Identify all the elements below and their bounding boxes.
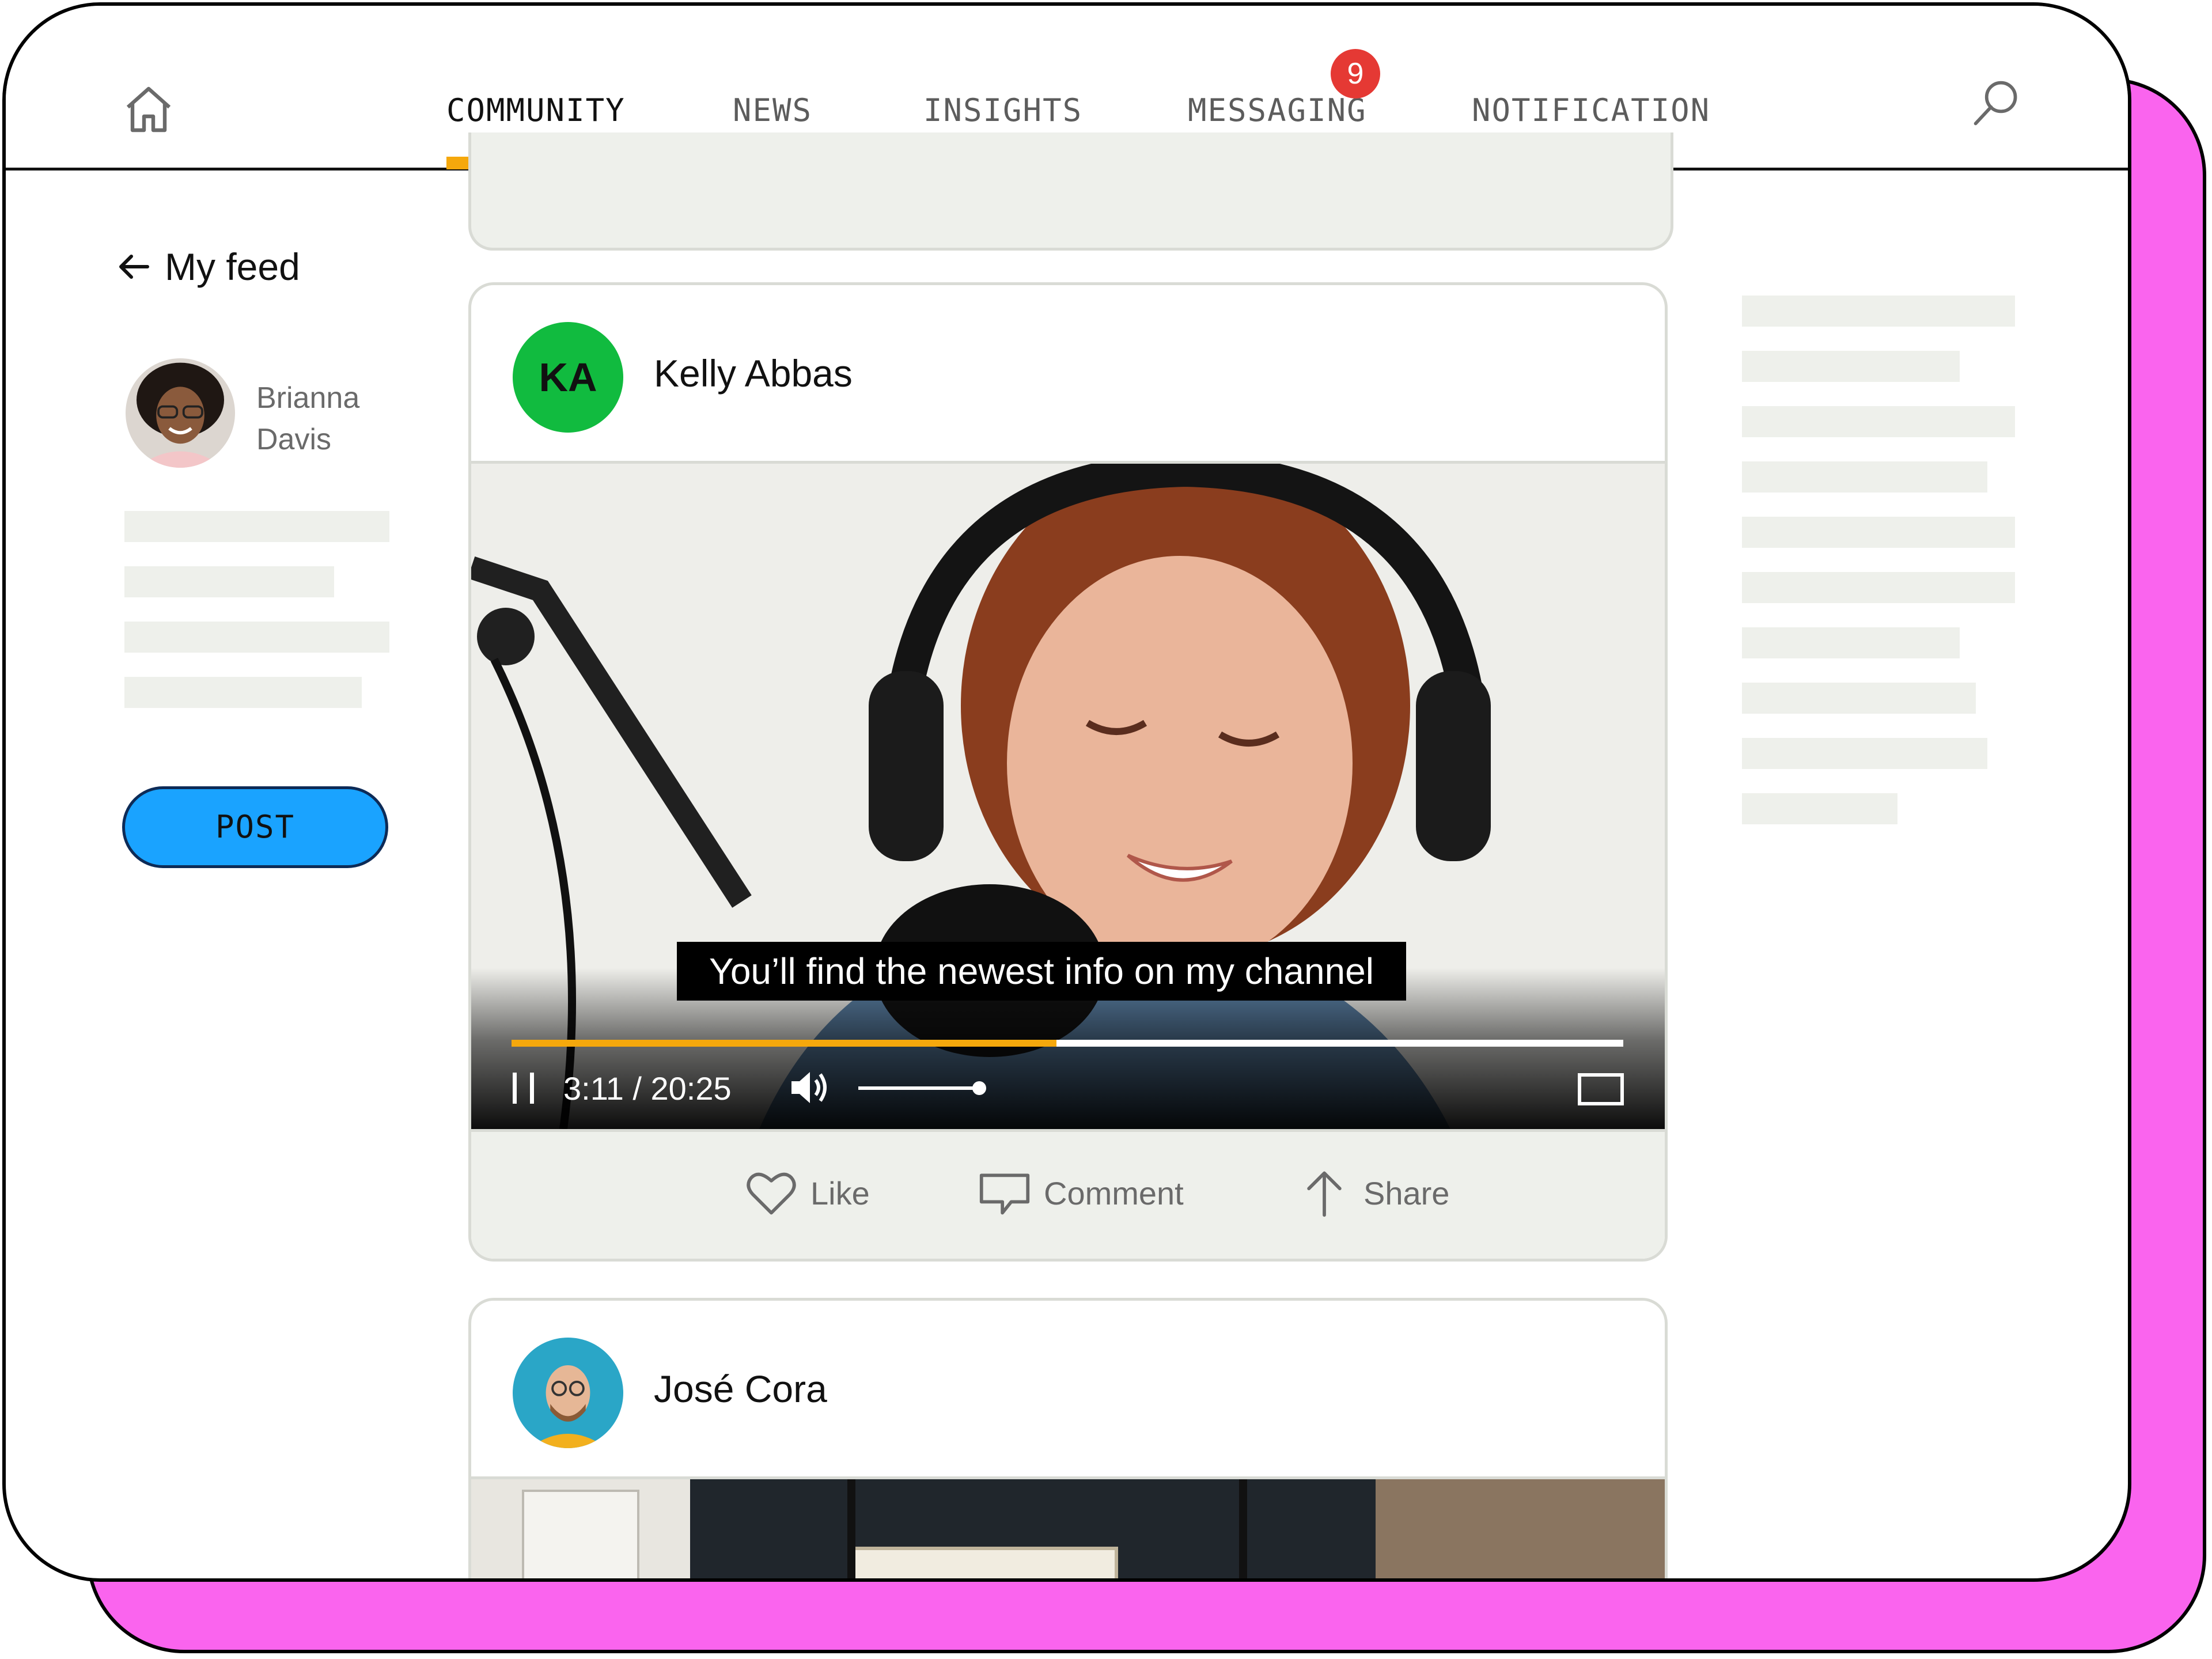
sidebar-skeleton-line: [124, 566, 334, 597]
profile-first-name: Brianna: [256, 381, 360, 415]
fullscreen-icon[interactable]: [1577, 1073, 1624, 1106]
right-skeleton-line: [1742, 517, 2015, 548]
video-player[interactable]: You’ll find the newest info on my channe…: [471, 464, 1665, 1129]
comment-icon: [979, 1173, 1030, 1215]
video-progress-bar[interactable]: [512, 1040, 1623, 1047]
right-skeleton-line: [1742, 572, 2015, 603]
post-card: José Cora: [468, 1298, 1668, 1578]
tab-community[interactable]: COMMUNITY: [446, 92, 626, 128]
comment-label: Comment: [1044, 1175, 1184, 1211]
tablet-screen: COMMUNITY NEWS INSIGHTS MESSAGING 9 NOTI…: [2, 2, 2131, 1582]
share-label: Share: [1363, 1175, 1450, 1211]
arrow-up-icon: [1307, 1171, 1342, 1217]
profile-last-name: Davis: [256, 423, 332, 456]
search-icon[interactable]: [1970, 77, 2023, 130]
avatar[interactable]: [126, 358, 235, 468]
right-skeleton-line: [1742, 738, 1987, 769]
sidebar-skeleton-line: [124, 511, 389, 542]
arrow-left-icon: [119, 255, 149, 279]
post-header: José Cora: [471, 1301, 1665, 1479]
tab-messaging[interactable]: MESSAGING: [1188, 92, 1367, 128]
comment-button[interactable]: Comment: [978, 1166, 1184, 1219]
video-time: 3:11 / 20:25: [563, 1070, 732, 1107]
previous-post-card: [468, 132, 1673, 251]
messaging-unread-badge: 9: [1331, 49, 1380, 99]
volume-icon[interactable]: [789, 1069, 831, 1107]
heart-icon: [747, 1172, 796, 1215]
back-link-label: My feed: [165, 245, 300, 288]
volume-slider-handle[interactable]: [972, 1081, 986, 1095]
post-header: KA Kelly Abbas: [471, 285, 1665, 464]
tab-notification[interactable]: NOTIFICATION: [1472, 92, 1710, 128]
like-label: Like: [810, 1175, 870, 1211]
share-button[interactable]: Share: [1298, 1166, 1449, 1219]
sidebar-skeleton-line: [124, 677, 362, 708]
back-to-feed-link[interactable]: My feed: [115, 245, 300, 289]
right-skeleton-line: [1742, 351, 1960, 382]
profile-name: Brianna Davis: [256, 377, 406, 460]
volume-slider[interactable]: [858, 1086, 979, 1090]
right-skeleton-line: [1742, 296, 2015, 327]
post-actions: Like Comment Share: [471, 1129, 1665, 1259]
right-skeleton-line: [1742, 627, 1960, 658]
pause-icon[interactable]: [510, 1071, 537, 1105]
author-avatar[interactable]: KA: [513, 322, 623, 433]
tab-insights[interactable]: INSIGHTS: [923, 92, 1082, 128]
author-name[interactable]: Kelly Abbas: [654, 351, 853, 395]
sidebar-skeleton-line: [124, 622, 389, 653]
post-image: [471, 1479, 1665, 1578]
right-skeleton-line: [1742, 793, 1897, 824]
right-skeleton-line: [1742, 406, 2015, 437]
right-skeleton-line: [1742, 461, 1987, 493]
right-skeleton-line: [1742, 683, 1976, 714]
video-caption: You’ll find the newest info on my channe…: [677, 942, 1406, 1001]
tab-news[interactable]: NEWS: [733, 92, 812, 128]
post-button[interactable]: POST: [122, 786, 388, 868]
video-progress-fill: [512, 1040, 1056, 1047]
author-avatar[interactable]: [513, 1338, 623, 1448]
like-button[interactable]: Like: [745, 1166, 870, 1219]
author-name[interactable]: José Cora: [654, 1367, 827, 1411]
home-icon[interactable]: [121, 82, 176, 137]
post-card: KA Kelly Abbas You’ll find the newest in…: [468, 282, 1668, 1262]
